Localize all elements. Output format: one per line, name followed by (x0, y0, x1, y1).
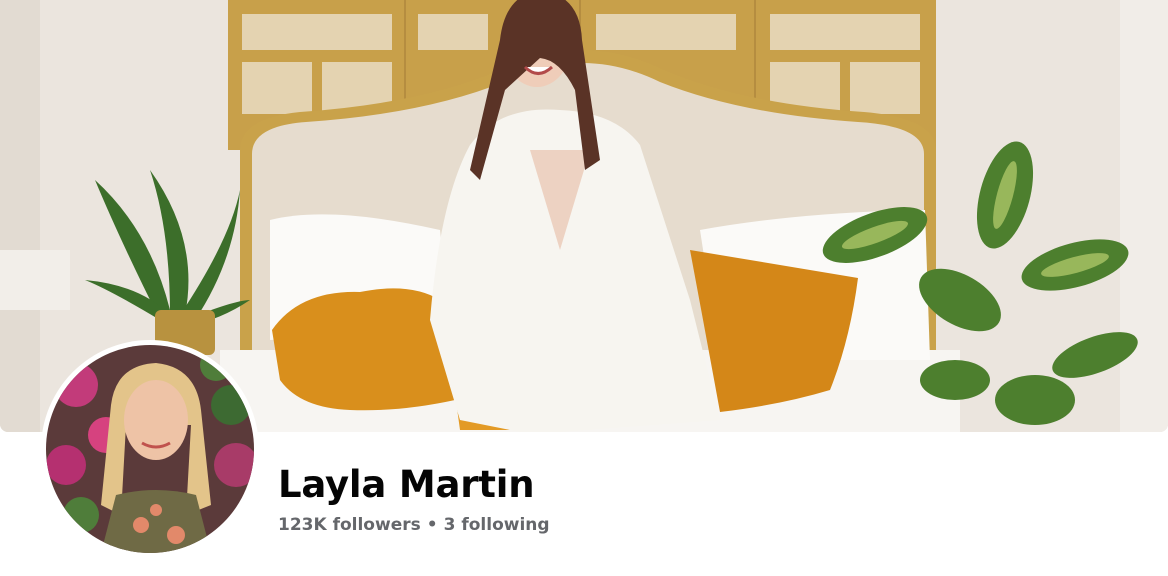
followers-link[interactable]: 123K followers (278, 515, 421, 535)
profile-photo (46, 345, 254, 553)
profile-name: Layla Martin (278, 463, 535, 506)
profile-stats: 123K followers • 3 following (278, 515, 550, 535)
stats-separator: • (426, 515, 438, 535)
profile-avatar[interactable] (41, 340, 259, 558)
following-link[interactable]: 3 following (444, 515, 550, 535)
